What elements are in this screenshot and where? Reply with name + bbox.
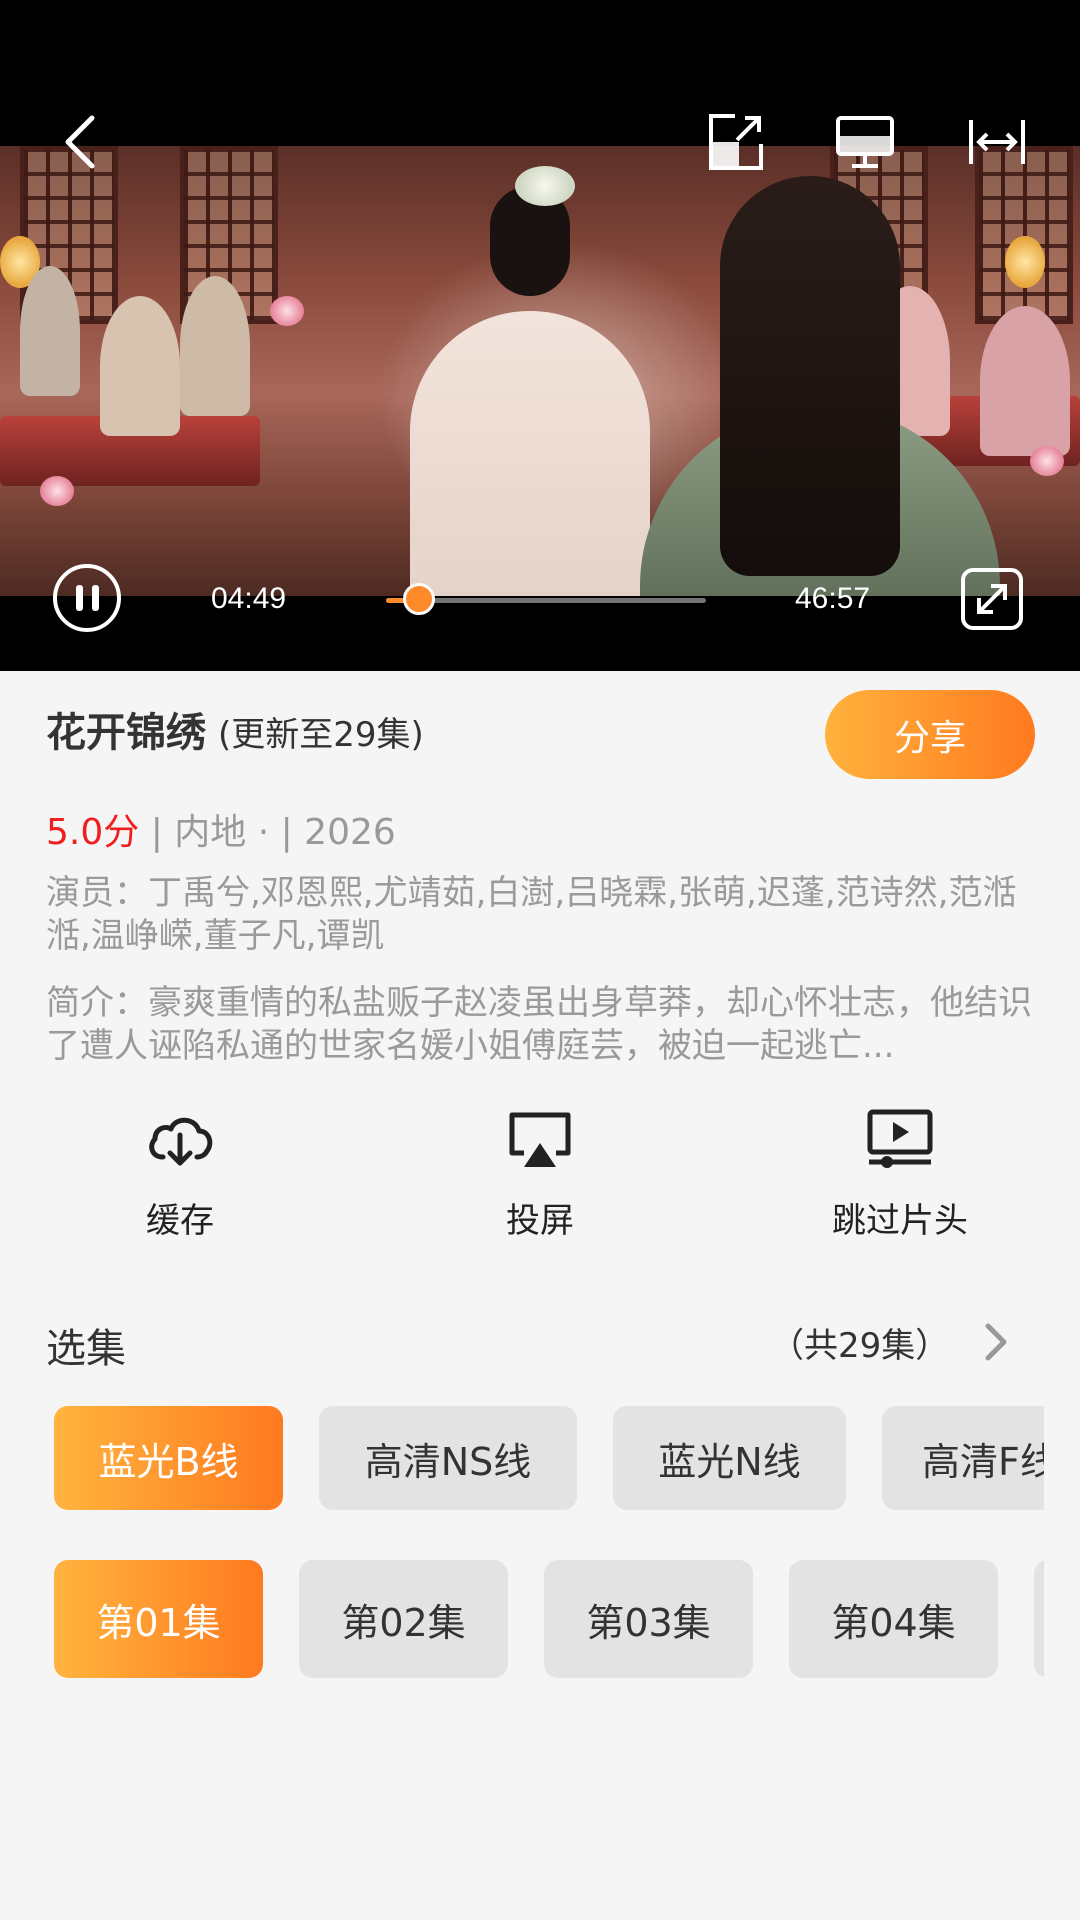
- fullscreen-button[interactable]: [961, 568, 1023, 630]
- figure: [410, 311, 650, 596]
- back-button[interactable]: [50, 108, 110, 176]
- source-chip[interactable]: 高清NS线: [319, 1406, 577, 1510]
- progress-bar[interactable]: [386, 583, 706, 615]
- share-button[interactable]: 分享: [825, 690, 1035, 779]
- meta-row: 5.0分 | 内地 · | 2026: [46, 803, 396, 855]
- episode-button-partial[interactable]: [1034, 1560, 1044, 1678]
- episode-button[interactable]: 第02集: [299, 1560, 508, 1678]
- total-time: 46:57: [795, 582, 871, 615]
- aspect-ratio-button[interactable]: [962, 108, 1032, 176]
- chevron-right-icon[interactable]: [984, 1322, 1008, 1362]
- airplay-icon: [509, 1112, 571, 1167]
- cloud-download-icon: [149, 1117, 213, 1166]
- cache-button[interactable]: 缓存: [80, 1105, 280, 1242]
- figure: [100, 296, 180, 436]
- source-chip[interactable]: 蓝光B线: [54, 1406, 283, 1510]
- picture-in-picture-button[interactable]: [700, 108, 770, 176]
- page: 04:49 46:57 花开锦绣 (更新至29集) 分享 5.0分 | 内地 ·…: [0, 0, 1080, 1920]
- episode-button[interactable]: 第01集: [54, 1560, 263, 1678]
- pause-icon: [75, 585, 83, 611]
- source-chip[interactable]: 蓝光N线: [613, 1406, 846, 1510]
- progress-thumb[interactable]: [402, 583, 435, 615]
- flower: [40, 476, 74, 506]
- synopsis[interactable]: 简介：豪爽重情的私盐贩子赵凌虽出身草莽，却心怀壮志，他结识了遭人诬陷私通的世家名…: [46, 982, 1036, 1068]
- update-status: (更新至29集): [218, 715, 424, 755]
- skip-intro-label: 跳过片头: [832, 1201, 968, 1241]
- skip-intro-button[interactable]: 跳过片头: [800, 1105, 1000, 1242]
- skip-intro-icon: [867, 1109, 933, 1168]
- fullscreen-icon: [977, 584, 1007, 614]
- episode-button[interactable]: 第04集: [789, 1560, 998, 1678]
- current-time: 04:49: [211, 582, 287, 615]
- cast-screen-button[interactable]: [830, 108, 900, 176]
- score: 5.0分: [46, 812, 140, 853]
- back-arrow-icon: [65, 115, 95, 169]
- lantern: [1005, 236, 1045, 288]
- pause-icon: [91, 585, 99, 611]
- title-row: 花开锦绣 (更新至29集): [46, 700, 424, 758]
- cache-label: 缓存: [146, 1201, 214, 1241]
- pip-popout-icon: [709, 114, 763, 170]
- flower: [270, 296, 304, 326]
- region-year: | 内地 · | 2026: [139, 812, 396, 853]
- hair-flower: [515, 166, 575, 206]
- episode-button[interactable]: 第03集: [544, 1560, 753, 1678]
- tv-cast-icon: [836, 116, 894, 168]
- video-player[interactable]: 04:49 46:57: [0, 0, 1080, 671]
- episode-count[interactable]: （共29集）: [770, 1318, 949, 1367]
- figure: [180, 276, 250, 416]
- episode-list: 第01集 第02集 第03集 第04集: [54, 1560, 1044, 1678]
- figure: [980, 306, 1070, 456]
- source-line-list: 蓝光B线 高清NS线 蓝光N线 高清F线: [54, 1406, 1044, 1510]
- episodes-title: 选集: [46, 1326, 126, 1372]
- figure: [20, 266, 80, 396]
- pause-button[interactable]: [53, 564, 121, 632]
- player-controls: 04:49 46:57: [0, 560, 1080, 640]
- figure-hair: [720, 176, 900, 576]
- video-frame[interactable]: [0, 146, 1080, 596]
- stretch-width-icon: [969, 120, 1025, 164]
- source-chip[interactable]: 高清F线: [882, 1406, 1044, 1510]
- flower: [1030, 446, 1064, 476]
- screen-cast-label: 投屏: [506, 1201, 574, 1241]
- cast-list: 演员：丁禹兮,邓恩熙,尤靖茹,白澍,吕晓霖,张萌,迟蓬,范诗然,范湉湉,温峥嵘,…: [46, 873, 1017, 956]
- show-title: 花开锦绣: [46, 710, 206, 756]
- screen-cast-button[interactable]: 投屏: [440, 1105, 640, 1242]
